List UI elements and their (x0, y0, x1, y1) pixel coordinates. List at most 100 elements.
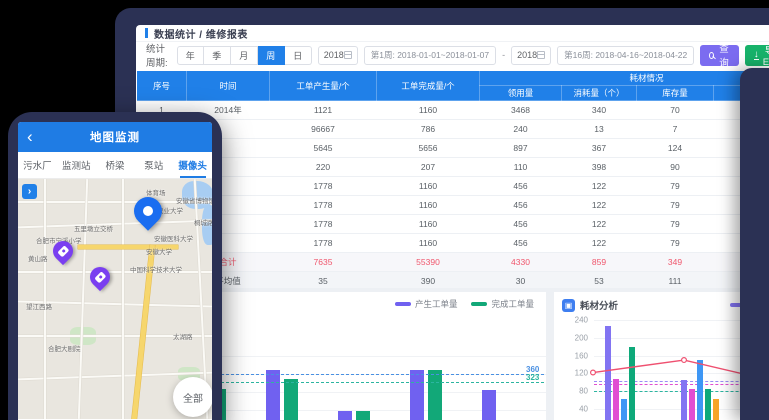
export-button-label: 导出Excel (763, 43, 769, 68)
range-separator: - (502, 50, 505, 60)
y-axis-tick: 40 (566, 405, 588, 414)
export-excel-button[interactable]: ↓ 导出Excel (745, 45, 769, 66)
chart-bar (428, 370, 442, 420)
map-road (78, 179, 88, 419)
table-row: 35645565689736712412 (137, 139, 769, 158)
map-place-label: 安徽医科大学 (154, 233, 193, 243)
table-cell: 122 (562, 177, 637, 196)
table-cell: 207 (377, 158, 480, 177)
map-place-label: 安徽大学 (146, 246, 172, 256)
back-chevron-icon[interactable]: ‹ (27, 124, 33, 150)
sub-col-header: 消耗量（个） (562, 86, 637, 101)
consumables-chart-plot: 2402001601208040 (554, 292, 769, 420)
table-cell: 70 (637, 101, 714, 120)
consumables-chart-card: ▣ 耗材分析 2402001601208040 (554, 292, 769, 420)
table-cell: 122 (562, 196, 637, 215)
phone-mockup: ‹ 地图监测 污水厂监测站桥梁泵站摄像头 (8, 112, 222, 420)
breadcrumb-accent-bar (145, 28, 148, 38)
chart-bar (681, 380, 687, 420)
chart-bar (284, 379, 298, 420)
table-cell: 1160 (377, 101, 480, 120)
table-cell: 1121 (270, 101, 377, 120)
phone-tab-监测站[interactable]: 监测站 (57, 152, 96, 178)
breadcrumb: 数据统计 / 维修报表 (136, 25, 769, 42)
chart-bar (697, 360, 703, 420)
legend-text: 完成工单量 (491, 298, 534, 310)
total-row: 合计763555390433085934933 (137, 253, 769, 272)
y-axis-tick: 160 (566, 351, 588, 360)
selected-location-pin-icon[interactable] (128, 191, 168, 231)
map-canvas[interactable]: 体育场安徽省博物馆安徽农业大学桐城路五里墩立交桥合肥市宁溪小学安徽医科大学安徽大… (18, 179, 212, 419)
chart-bar (356, 411, 370, 420)
year-end-select[interactable]: 2018 (511, 46, 551, 65)
chart-bar (410, 370, 424, 420)
table-row: 12014年11211160346834070250 (137, 101, 769, 120)
legend-item: 产生工单量 (395, 298, 458, 310)
map-road (18, 271, 212, 273)
phone-screen: ‹ 地图监测 污水厂监测站桥梁泵站摄像头 (18, 122, 212, 420)
phone-page-title: 地图监测 (90, 129, 140, 145)
chart-bar (605, 326, 611, 420)
y-axis-tick: 200 (566, 333, 588, 342)
phone-tab-桥梁[interactable]: 桥梁 (96, 152, 135, 178)
table-cell: 79 (637, 234, 714, 253)
table-cell: 456 (480, 196, 562, 215)
table-cell: 220 (270, 158, 377, 177)
period-label: 统计周期: (146, 41, 171, 69)
filter-bar: 统计周期: 年季月周日 2018 第1周: 2018-01-01~2018-01… (136, 42, 769, 68)
chart-bar (266, 370, 280, 420)
period-option-年[interactable]: 年 (177, 46, 204, 65)
col-header: 时间 (187, 71, 270, 101)
right-edge-device (740, 68, 769, 420)
period-option-月[interactable]: 月 (231, 46, 258, 65)
week-end-value: 第16周: 2018-04-16~2018-04-22 (564, 49, 687, 61)
phone-tab-泵站[interactable]: 泵站 (134, 152, 173, 178)
map-place-label: 中国科学技术大学 (130, 264, 182, 274)
report-table-wrapper: 序号时间工单产生量/个工单完成量/个耗材情况领用量消耗量（个）库存量采购量120… (136, 70, 769, 291)
map-road (44, 179, 46, 419)
phone-header: ‹ 地图监测 (18, 122, 212, 152)
period-option-周[interactable]: 周 (258, 46, 285, 65)
col-header: 工单产生量/个 (270, 71, 377, 101)
table-cell: 1160 (377, 215, 480, 234)
year-start-select[interactable]: 2018 (318, 46, 358, 65)
week-end-input[interactable]: 第16周: 2018-04-16~2018-04-22 (557, 46, 694, 65)
show-all-button[interactable]: 全部 (173, 377, 212, 417)
table-cell: 1778 (270, 234, 377, 253)
map-place-label: 桐城路 (194, 217, 212, 227)
table-cell: 5645 (270, 139, 377, 158)
query-button-label: 查询 (718, 41, 730, 69)
chart-bar (629, 347, 635, 420)
chart-bar (621, 399, 627, 420)
table-cell: 79 (637, 215, 714, 234)
map-expander-button[interactable]: › (22, 184, 37, 199)
map-place-label: 黄山路 (28, 253, 48, 263)
table-cell: 1778 (270, 215, 377, 234)
charts-strip: 产生工单量完成工单量 360323 ▣ 耗材分析 240200160120804… (136, 288, 769, 420)
legend-swatch (395, 302, 411, 306)
refline-label: 323 (526, 373, 539, 382)
period-option-日[interactable]: 日 (285, 46, 312, 65)
map-place-label: 五里墩立交桥 (74, 223, 113, 233)
table-cell: 367 (562, 139, 637, 158)
camera-pin-icon[interactable] (86, 263, 114, 291)
table-cell: 456 (480, 215, 562, 234)
dashboard-panel: 数据统计 / 维修报表 统计周期: 年季月周日 2018 第1周: 2018-0… (136, 25, 769, 420)
chart-bar (482, 390, 496, 420)
query-button[interactable]: 查询 (700, 45, 739, 66)
y-axis-tick: 120 (566, 369, 588, 378)
phone-tab-摄像头[interactable]: 摄像头 (173, 152, 212, 178)
table-cell: 7 (637, 120, 714, 139)
table-cell: 90 (637, 158, 714, 177)
table-cell: 1778 (270, 177, 377, 196)
table-cell: 456 (480, 234, 562, 253)
period-option-季[interactable]: 季 (204, 46, 231, 65)
week-start-input[interactable]: 第1周: 2018-01-01~2018-01-07 (364, 46, 496, 65)
table-row: 5177811604561227967 (137, 177, 769, 196)
phone-tab-污水厂[interactable]: 污水厂 (18, 152, 57, 178)
map-place-label: 安徽省博物馆 (176, 195, 212, 205)
table-cell: 79 (637, 177, 714, 196)
sub-col-header: 库存量 (637, 86, 714, 101)
table-cell: 1160 (377, 196, 480, 215)
report-table: 序号时间工单产生量/个工单完成量/个耗材情况领用量消耗量（个）库存量采购量120… (136, 70, 769, 291)
